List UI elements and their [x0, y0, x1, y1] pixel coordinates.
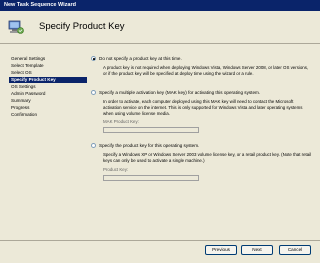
radio-product-key-label[interactable]: Specify the product key for this operati…	[99, 143, 199, 148]
previous-button[interactable]: Previous	[205, 245, 237, 255]
page-title: Specify Product Key	[39, 21, 125, 32]
step-admin-password[interactable]: Admin Password	[11, 91, 45, 97]
wizard-computer-icon	[8, 19, 24, 35]
product-key-description: Specify a Windows XP or Windows Server 2…	[103, 152, 312, 163]
step-progress[interactable]: Progress	[11, 105, 29, 111]
step-general-settings[interactable]: General Settings	[11, 56, 45, 62]
wizard-content: Do not specify a product key at this tim…	[88, 44, 320, 240]
radio-product-key[interactable]	[91, 143, 96, 148]
step-os-settings[interactable]: OS Settings	[11, 84, 36, 90]
cancel-button[interactable]: Cancel	[279, 245, 311, 255]
radio-mak-key[interactable]	[91, 90, 96, 95]
radio-mak-key-label[interactable]: Specify a multiple activation key (MAK k…	[99, 90, 260, 95]
footer-divider	[0, 240, 320, 241]
step-summary[interactable]: Summary	[11, 98, 31, 104]
next-button[interactable]: Next	[241, 245, 273, 255]
step-specify-product-key[interactable]: Specify Product Key	[9, 77, 87, 83]
wizard-header: Specify Product Key	[0, 11, 320, 44]
radio-no-key-label[interactable]: Do not specify a product key at this tim…	[99, 56, 182, 61]
step-select-os[interactable]: Select OS	[11, 70, 32, 76]
no-key-description: A product key is not required when deplo…	[103, 65, 309, 76]
product-key-input[interactable]	[103, 175, 199, 181]
mak-key-field-label: MAK Product Key:	[103, 119, 139, 124]
radio-no-key[interactable]	[91, 56, 96, 61]
step-confirmation[interactable]: Confirmation	[11, 112, 37, 118]
product-key-field-label: Product Key:	[103, 167, 129, 172]
wizard-steps: General Settings Select Template Select …	[0, 44, 88, 240]
step-select-template[interactable]: Select Template	[11, 63, 44, 69]
mak-key-input[interactable]	[103, 127, 199, 133]
mak-key-description: In order to activate, each computer depl…	[103, 99, 303, 116]
window-title: New Task Sequence Wizard	[0, 0, 320, 11]
